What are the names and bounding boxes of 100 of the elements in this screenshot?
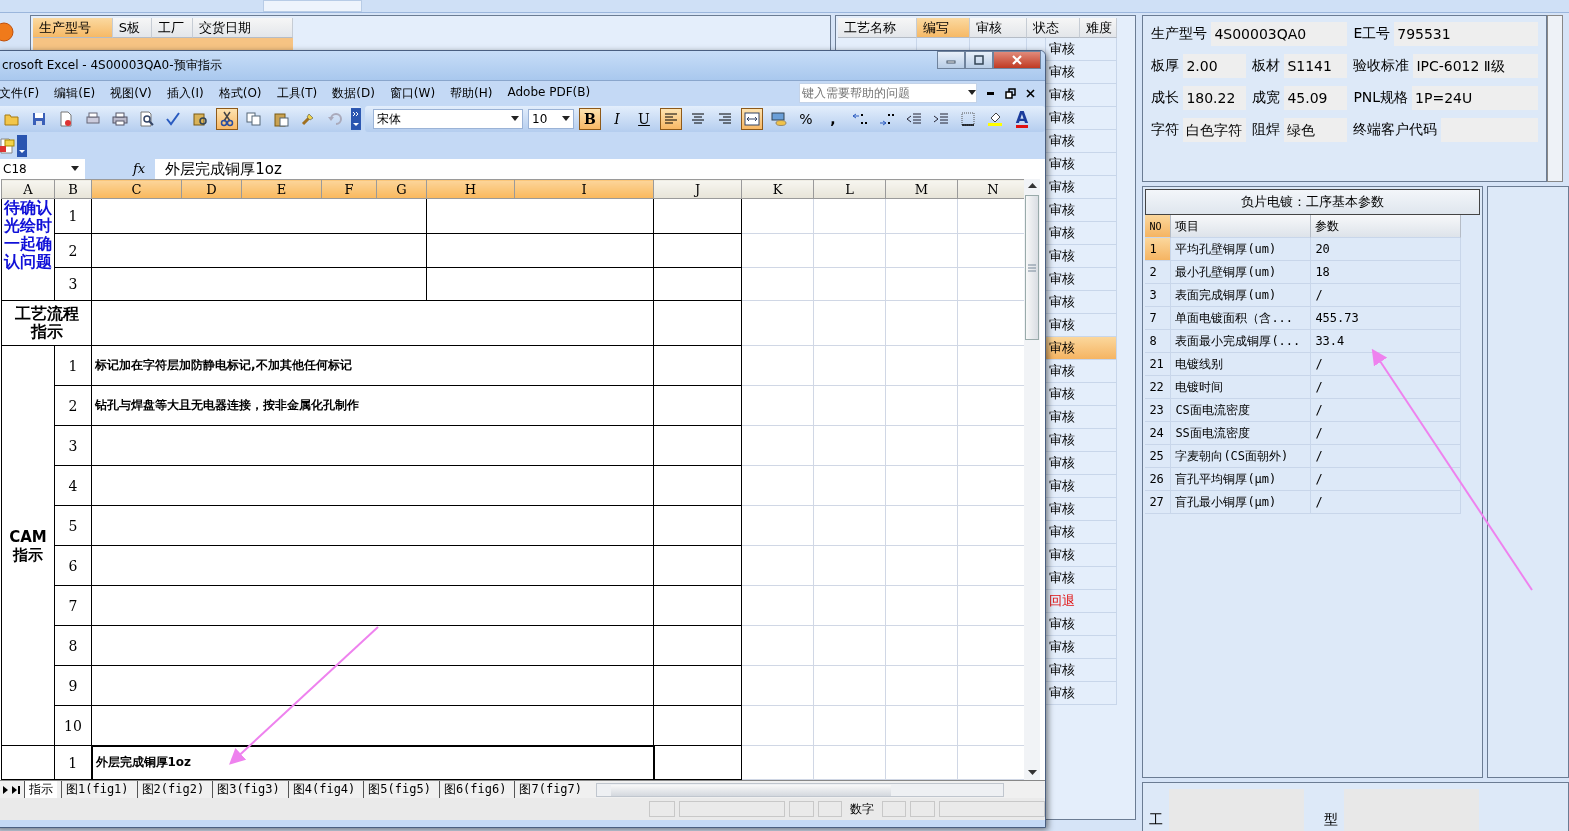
input-field[interactable]: 2.00 bbox=[1183, 54, 1247, 78]
column-header[interactable]: H bbox=[426, 179, 515, 199]
column-header[interactable]: F bbox=[321, 179, 377, 199]
column-header[interactable]: 交货日期 bbox=[192, 18, 293, 38]
column-header[interactable]: S板 bbox=[112, 18, 152, 38]
column-header[interactable]: 生产型号 bbox=[32, 18, 113, 38]
comma-button[interactable]: , bbox=[822, 108, 844, 130]
menu-item[interactable]: 文件(F) bbox=[0, 84, 40, 102]
status-text: 审核 bbox=[1049, 293, 1076, 311]
row-number: 1 bbox=[54, 198, 92, 234]
font-field[interactable]: 宋体 bbox=[373, 109, 523, 129]
row-number[interactable]: 25 bbox=[1145, 445, 1172, 468]
cell-text: 标记加在字符层加防静电标记,不加其他任何标记 bbox=[91, 345, 654, 386]
input-field[interactable] bbox=[263, 0, 362, 12]
status-text: 审核 bbox=[1049, 316, 1076, 334]
column-header[interactable]: D bbox=[181, 179, 242, 199]
align-left-button[interactable] bbox=[660, 108, 682, 130]
row-number[interactable]: 1 bbox=[1145, 238, 1172, 261]
input-field[interactable]: 795531 bbox=[1394, 22, 1539, 46]
function-label: fx bbox=[133, 161, 146, 176]
input-field[interactable]: 180.22 bbox=[1183, 86, 1247, 110]
field-label: 型 bbox=[1324, 811, 1339, 827]
status-text: 审核 bbox=[1049, 431, 1076, 449]
input-field[interactable]: 1P=24U bbox=[1412, 86, 1539, 110]
status-cell[interactable]: 审核 bbox=[1046, 337, 1118, 360]
column-header[interactable]: 状态 bbox=[1027, 18, 1081, 38]
row-number[interactable]: 24 bbox=[1145, 422, 1172, 445]
input-field[interactable]: 4S00003QA0 bbox=[1211, 22, 1348, 46]
table-cell: 电镀线别 bbox=[1171, 353, 1312, 376]
row-number[interactable]: 2 bbox=[1145, 261, 1172, 284]
underline-button[interactable]: U bbox=[633, 108, 655, 130]
column-header[interactable]: 难度 bbox=[1080, 18, 1118, 38]
input-field[interactable]: IPC-6012 Ⅱ级 bbox=[1413, 54, 1539, 78]
column-header[interactable]: N bbox=[957, 179, 1024, 199]
row-number[interactable]: 22 bbox=[1145, 376, 1172, 399]
menu-item[interactable]: 数据(D) bbox=[332, 84, 375, 102]
close-icon bbox=[1024, 87, 1036, 99]
percent-button[interactable]: % bbox=[795, 108, 817, 130]
input-field[interactable]: 45.09 bbox=[1284, 86, 1348, 110]
status-cell[interactable]: 审核 bbox=[1046, 38, 1118, 61]
column-header[interactable]: 工厂 bbox=[151, 18, 193, 38]
column-header[interactable]: 审核 bbox=[970, 18, 1028, 38]
column-header[interactable]: C bbox=[91, 179, 182, 199]
row-number[interactable]: 21 bbox=[1145, 353, 1172, 376]
formula-field[interactable]: 外层完成铜厚1oz bbox=[155, 158, 1045, 179]
column-header[interactable]: K bbox=[741, 179, 814, 199]
row-number[interactable]: 27 bbox=[1145, 491, 1172, 514]
column-header[interactable]: 参数 bbox=[1311, 215, 1462, 238]
menu-item[interactable]: 窗口(W) bbox=[389, 84, 436, 102]
menu-item[interactable]: 帮助(H) bbox=[450, 84, 493, 102]
row-number[interactable]: 8 bbox=[1145, 330, 1172, 353]
restore-button[interactable] bbox=[1003, 86, 1017, 100]
column-header[interactable]: B bbox=[54, 179, 92, 199]
sheet-tab[interactable]: 指示 bbox=[24, 781, 57, 798]
menu-item[interactable]: Adobe PDF(B) bbox=[507, 84, 591, 102]
field-label: 字符 bbox=[1151, 121, 1180, 139]
column-header[interactable]: 编写 bbox=[917, 18, 971, 38]
printer-icon bbox=[84, 111, 101, 127]
section-label: 待确认光绘时一起确认问题 bbox=[1, 198, 55, 301]
scroll-bar[interactable] bbox=[596, 782, 1005, 797]
menu-item[interactable]: 格式(O) bbox=[218, 84, 262, 102]
column-header[interactable]: G bbox=[376, 179, 427, 199]
input-field[interactable]: 白色字符 bbox=[1183, 118, 1247, 142]
column-header[interactable]: 项目 bbox=[1171, 215, 1312, 238]
status-text: 审核 bbox=[1049, 155, 1076, 173]
row-number[interactable]: 23 bbox=[1145, 399, 1172, 422]
table-cell: 455.73 bbox=[1311, 307, 1462, 330]
document-icon bbox=[0, 137, 15, 154]
column-header[interactable]: A bbox=[1, 179, 55, 199]
merge-button[interactable] bbox=[741, 108, 763, 130]
bold-button[interactable]: B bbox=[579, 108, 601, 130]
row-number[interactable]: 3 bbox=[1145, 284, 1172, 307]
scroll-thumb[interactable] bbox=[1025, 195, 1039, 340]
maximize-button[interactable] bbox=[965, 51, 993, 69]
menu-item[interactable]: 工具(T) bbox=[276, 84, 318, 102]
row-number[interactable]: 7 bbox=[1145, 307, 1172, 330]
menu-item[interactable]: 视图(V) bbox=[110, 84, 152, 102]
cut-button[interactable] bbox=[216, 108, 239, 130]
input-field[interactable]: S1141 bbox=[1284, 54, 1348, 78]
row-number[interactable]: 26 bbox=[1145, 468, 1172, 491]
menu-item[interactable]: 插入(I) bbox=[166, 84, 204, 102]
status-bar-panel bbox=[649, 801, 676, 817]
scroll-bar[interactable] bbox=[1024, 179, 1040, 780]
italic-button[interactable]: I bbox=[606, 108, 628, 130]
close-button[interactable] bbox=[1023, 86, 1037, 100]
name-box[interactable]: C18 bbox=[0, 158, 85, 179]
font-size-field[interactable]: 10 bbox=[528, 109, 574, 129]
column-header[interactable]: E bbox=[241, 179, 322, 199]
input-field[interactable]: 绿色 bbox=[1284, 118, 1348, 142]
column-header[interactable]: NO bbox=[1145, 215, 1172, 238]
column-header[interactable]: L bbox=[813, 179, 886, 199]
help-search-field[interactable]: 键入需要帮助的问题 bbox=[799, 83, 977, 103]
column-header[interactable]: M bbox=[885, 179, 958, 199]
column-header[interactable]: 工艺名称 bbox=[838, 18, 918, 38]
menu-item[interactable]: 编辑(E) bbox=[54, 84, 96, 102]
column-header[interactable]: J bbox=[653, 179, 742, 199]
field-label: 成宽 bbox=[1252, 89, 1281, 107]
scroll-bar[interactable] bbox=[1547, 15, 1564, 182]
column-header[interactable]: I bbox=[514, 179, 654, 199]
font-color-button[interactable]: A bbox=[1011, 108, 1033, 130]
